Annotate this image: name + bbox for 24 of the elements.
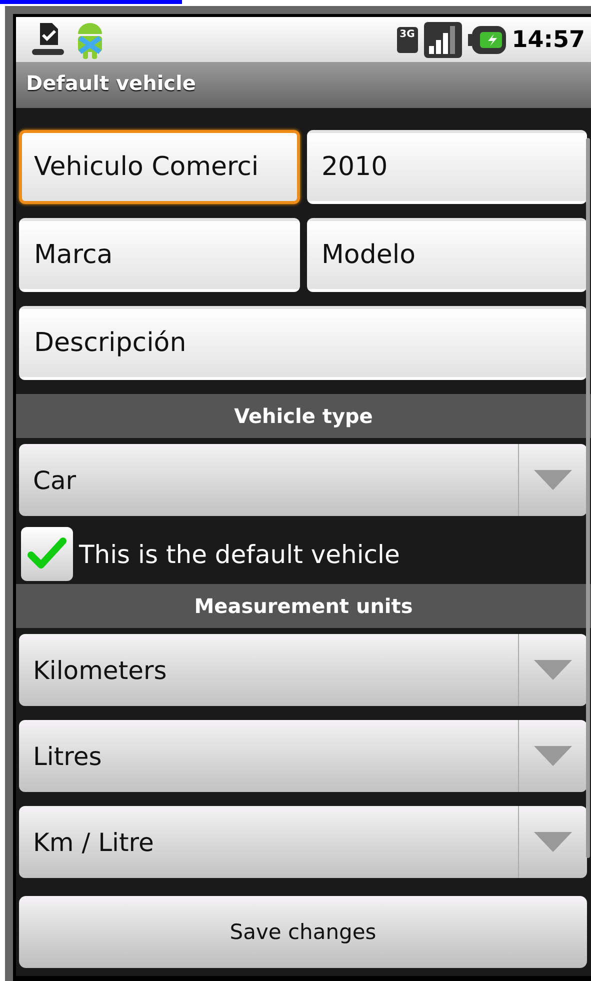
text-field[interactable]: Marca: [19, 218, 300, 292]
dropdown-spinner[interactable]: Litres: [19, 720, 587, 792]
checkmark-icon: [27, 537, 67, 571]
checkbox[interactable]: [21, 527, 73, 581]
text-field[interactable]: 2010: [306, 130, 587, 204]
clock-time: 14:57: [512, 26, 585, 52]
battery-charging-icon: [468, 26, 506, 54]
dropdown-arrow-icon: [534, 746, 572, 766]
text-field[interactable]: Vehiculo Comerci: [19, 130, 300, 204]
network-type-label: 3G: [396, 26, 418, 52]
signal-bars-icon: [424, 22, 462, 58]
text-field[interactable]: Modelo: [306, 218, 587, 292]
text-field[interactable]: Descripción: [19, 306, 587, 380]
checkbox-label: This is the default vehicle: [79, 540, 400, 568]
dropdown-arrow-icon: [534, 660, 572, 680]
dropdown-spinner[interactable]: Kilometers: [19, 634, 587, 706]
dropdown-spinner[interactable]: Km / Litre: [19, 806, 587, 878]
section-header: Vehicle type: [234, 404, 373, 428]
save-button[interactable]: Save changes: [19, 896, 587, 968]
dropdown-arrow-icon: [534, 470, 572, 490]
dropdown-arrow-icon: [534, 832, 572, 852]
dropdown-spinner[interactable]: Car: [19, 444, 587, 516]
screen-title: Default vehicle: [26, 71, 196, 95]
section-header: Measurement units: [194, 594, 413, 618]
